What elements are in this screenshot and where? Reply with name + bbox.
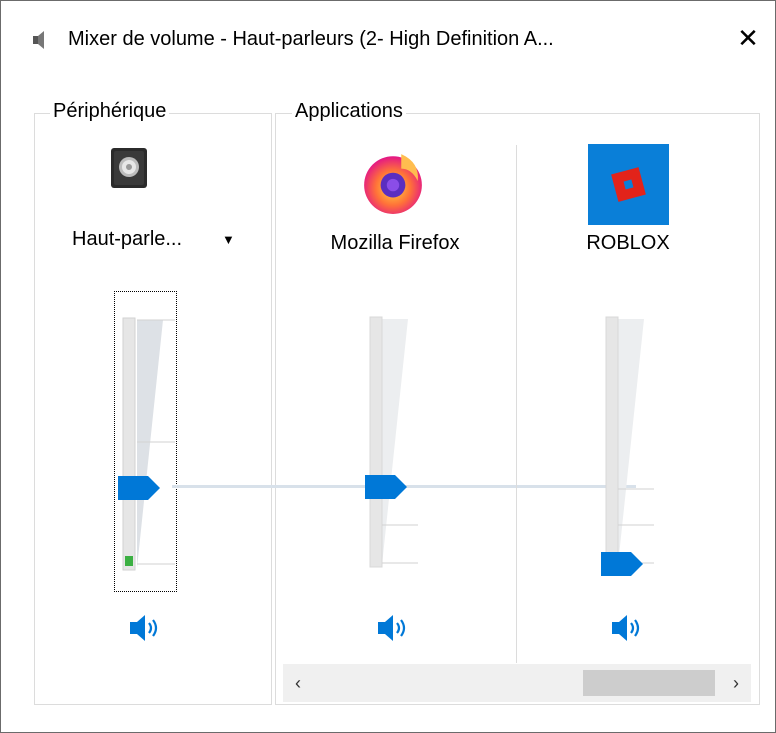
speaker-device-icon[interactable] [109,146,149,190]
applications-group-label: Applications [292,100,406,123]
volume-thumb[interactable] [118,476,160,500]
volume-thumb[interactable] [601,552,643,576]
app-name-roblox: ROBLOX [586,232,670,254]
roblox-volume-slider[interactable] [598,315,658,576]
scroll-left-button[interactable]: ‹ [283,664,313,702]
horizontal-scrollbar[interactable]: ‹ › [283,664,751,702]
peak-level-indicator [125,556,133,566]
device-mute-button[interactable] [126,610,166,646]
device-group-label: Périphérique [50,100,170,123]
applications-groupbox [275,113,760,705]
firefox-mute-button[interactable] [374,610,414,646]
roblox-mute-button[interactable] [608,610,648,646]
firefox-icon[interactable] [360,150,426,216]
firefox-volume-slider[interactable] [362,315,422,575]
scroll-right-button[interactable]: › [721,664,751,702]
app-name-firefox: Mozilla Firefox [330,232,460,254]
speaker-icon [33,31,44,49]
device-dropdown[interactable]: Haut-parle... ▼ [66,228,246,258]
peak-meter-wedge [137,320,163,568]
chevron-down-icon: ▼ [222,232,235,247]
slider-track [122,317,136,571]
column-divider [516,145,517,663]
close-button[interactable]: ✕ [728,20,768,56]
device-name: Haut-parle... [72,228,183,250]
window-title: Mixer de volume - Haut-parleurs (2- High… [68,28,554,50]
device-volume-slider[interactable] [114,291,177,592]
volume-thumb[interactable] [365,475,407,499]
scrollbar-thumb[interactable] [583,670,715,696]
roblox-icon[interactable] [588,144,669,225]
